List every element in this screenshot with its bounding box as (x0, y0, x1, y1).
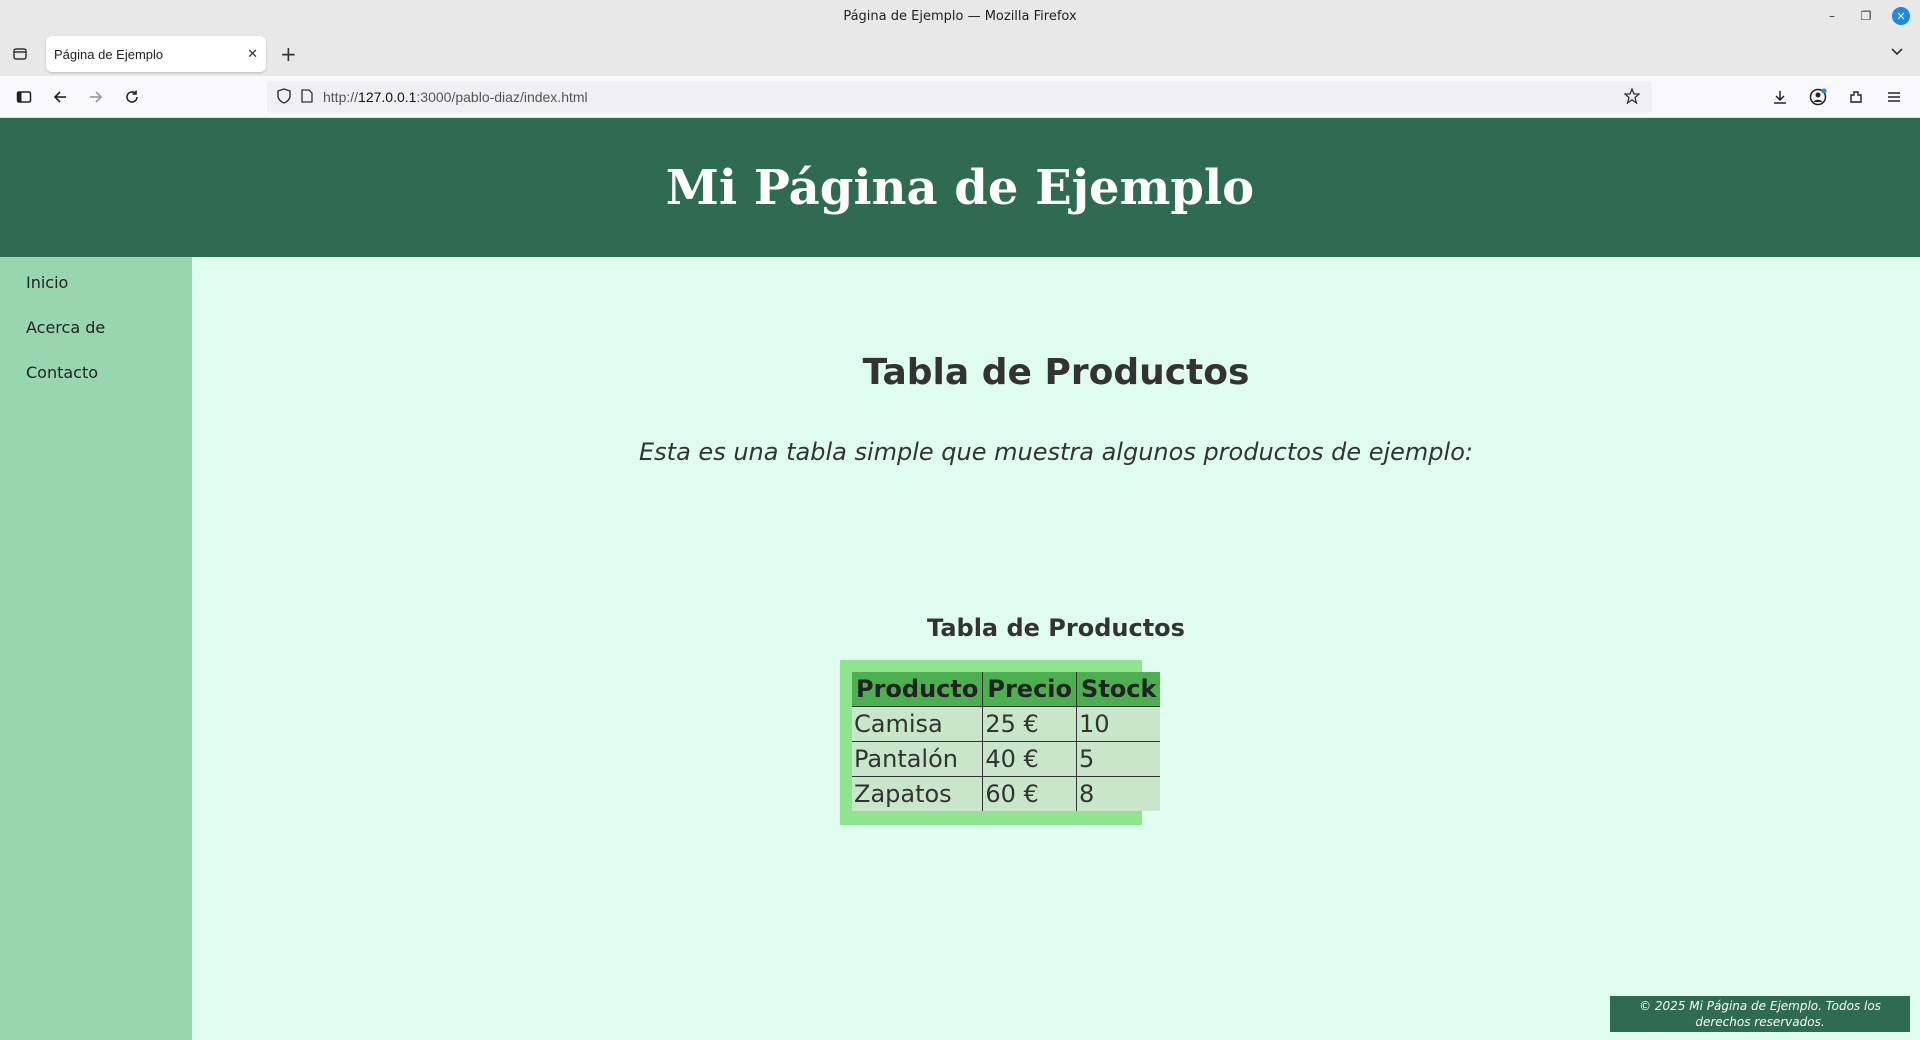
table-cell: Pantalón (852, 740, 983, 776)
url-path: :3000/pablo-diaz/index.html (416, 89, 588, 105)
navigation-toolbar: http://127.0.0.1:3000/pablo-diaz/index.h… (0, 76, 1920, 118)
close-window-button[interactable]: ✕ (1892, 7, 1910, 25)
site-footer: © 2025 Mi Página de Ejemplo. Todos los d… (1610, 996, 1910, 1032)
back-icon[interactable] (42, 79, 78, 115)
table-cell: Camisa (852, 705, 983, 741)
url-bar[interactable]: http://127.0.0.1:3000/pablo-diaz/index.h… (267, 81, 1652, 113)
column-header-stock: Stock (1076, 672, 1161, 706)
footer-text: © 2025 Mi Página de Ejemplo. Todos los d… (1639, 999, 1881, 1029)
page-content: Mi Página de Ejemplo Inicio Acerca de Co… (0, 118, 1920, 1040)
table-cell: 8 (1076, 775, 1161, 811)
intro-text: Esta es una tabla simple que muestra alg… (639, 438, 1473, 466)
table-cell: 25 € (982, 705, 1077, 741)
extensions-icon[interactable] (1838, 79, 1874, 115)
column-header-producto: Producto (852, 672, 983, 706)
table-cell: 40 € (982, 740, 1077, 776)
site-header: Mi Página de Ejemplo (0, 118, 1920, 257)
column-header-precio: Precio (982, 672, 1077, 706)
tab-title: Página de Ejemplo (54, 46, 164, 62)
window-title: Página de Ejemplo — Mozilla Firefox (843, 8, 1077, 24)
menu-icon[interactable] (1876, 79, 1912, 115)
forward-icon[interactable] (78, 79, 114, 115)
site-title: Mi Página de Ejemplo (665, 159, 1255, 216)
page-heading: Tabla de Productos (862, 352, 1250, 393)
sidebar-nav: Inicio Acerca de Contacto (0, 257, 192, 1040)
main-content: Tabla de Productos Esta es una tabla sim… (192, 257, 1920, 1040)
tab-manager-icon[interactable] (0, 32, 40, 76)
table-header-row: Producto Precio Stock (852, 672, 1161, 706)
page-info-icon[interactable] (301, 88, 313, 106)
list-all-tabs-icon[interactable] (1890, 44, 1904, 63)
table-cell: Zapatos (852, 775, 983, 811)
tab-active[interactable]: Página de Ejemplo ✕ (46, 36, 266, 72)
downloads-icon[interactable] (1762, 79, 1798, 115)
shield-icon[interactable] (277, 87, 291, 107)
table-row: Zapatos 60 € 8 (852, 775, 1161, 811)
url-prefix: http:// (323, 89, 359, 105)
minimize-button[interactable]: – (1824, 9, 1840, 23)
url-text: http://127.0.0.1:3000/pablo-diaz/index.h… (323, 89, 588, 105)
tab-bar: Página de Ejemplo ✕ + (0, 32, 1920, 76)
product-table: Producto Precio Stock Camisa 25 € 10 Pan… (852, 672, 1161, 811)
table-caption: Tabla de Productos (927, 614, 1185, 642)
reload-icon[interactable] (114, 79, 150, 115)
bookmark-star-icon[interactable] (1623, 87, 1641, 107)
table-cell: 60 € (982, 775, 1077, 811)
sidebar-toggle-icon[interactable] (6, 79, 42, 115)
url-host: 127.0.0.1 (358, 89, 417, 105)
sidebar-item-acerca-de[interactable]: Acerca de (26, 318, 105, 337)
tab-close-icon[interactable]: ✕ (247, 46, 258, 62)
toolbar-right (1762, 79, 1912, 115)
window-controls: – ❐ ✕ (1824, 0, 1910, 32)
table-cell: 5 (1076, 740, 1161, 776)
product-table-frame: Producto Precio Stock Camisa 25 € 10 Pan… (840, 660, 1161, 825)
table-row: Pantalón 40 € 5 (852, 740, 1161, 776)
restore-button[interactable]: ❐ (1858, 9, 1874, 23)
window-titlebar: Página de Ejemplo — Mozilla Firefox – ❐ … (0, 0, 1920, 32)
account-icon[interactable] (1800, 79, 1836, 115)
table-row: Camisa 25 € 10 (852, 705, 1161, 741)
table-cell: 10 (1076, 705, 1161, 741)
sidebar-item-inicio[interactable]: Inicio (26, 273, 68, 292)
sidebar-item-contacto[interactable]: Contacto (26, 363, 98, 382)
new-tab-button[interactable]: + (280, 42, 297, 66)
